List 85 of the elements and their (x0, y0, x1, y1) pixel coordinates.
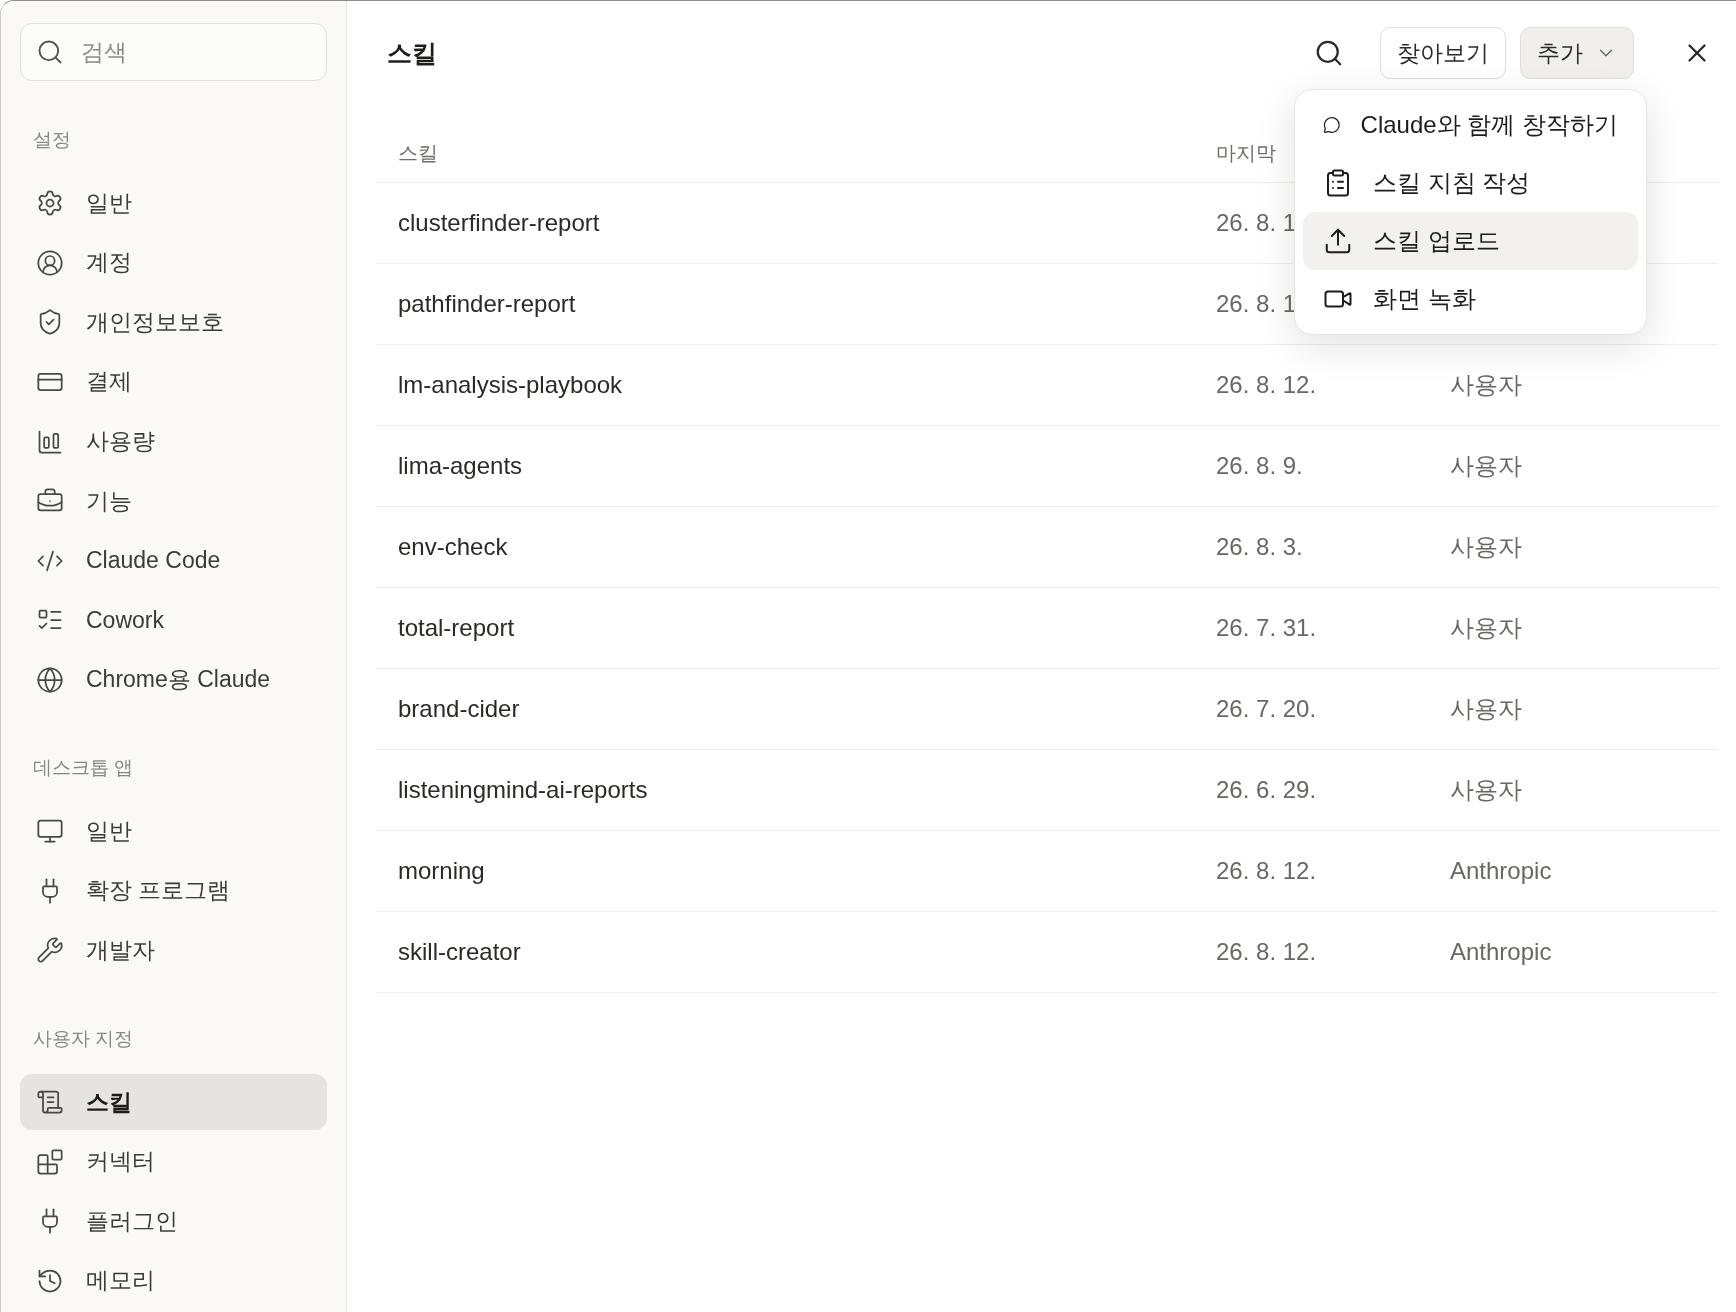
add-button[interactable]: 추가 (1520, 27, 1634, 79)
sidebar-item-label: 일반 (86, 188, 132, 218)
section-title: 설정 (32, 128, 72, 152)
date-cell: 26. 8. 12. (1216, 938, 1317, 966)
source-cell: Anthropic (1450, 938, 1552, 966)
menu-item[interactable]: 스킬 지침 작성 (1303, 154, 1638, 212)
source-cell-text: 사용자 (1450, 532, 1522, 562)
sidebar-item-label: 일반 (86, 816, 132, 846)
search-field[interactable]: 검색 (20, 23, 327, 81)
sidebar-item-label: 개인정보보호 (86, 307, 224, 337)
sidebar-item[interactable]: 결제 (20, 353, 327, 411)
menu-item[interactable]: 화면 녹화 (1303, 270, 1638, 328)
sidebar-item[interactable]: Claude Code (20, 532, 327, 589)
date-cell: 26. 8. 1 (1216, 290, 1297, 318)
menu-item[interactable]: Claude와 함께 창작하기 (1303, 96, 1638, 154)
source-cell-text: 사용자 (1450, 694, 1522, 724)
column-header: 스킬 (398, 141, 438, 166)
browse-button[interactable]: 찾아보기 (1380, 27, 1506, 79)
sidebar-item[interactable]: Chrome용 Claude (20, 651, 327, 709)
skill-name: lima-agents (398, 452, 523, 480)
date-cell: 26. 8. 12. (1216, 371, 1317, 399)
search-icon (1314, 38, 1344, 68)
sidebar-item[interactable]: 메모리 (20, 1252, 327, 1309)
source-cell-text: 사용자 (1450, 613, 1522, 643)
user-circle-icon (36, 248, 64, 277)
sidebar-item[interactable]: 기능 (20, 472, 327, 530)
sidebar-item[interactable]: Cowork (20, 591, 327, 649)
skill-name: clusterfinder-report (398, 209, 600, 237)
sidebar-item-label: 확장 프로그램 (86, 876, 231, 906)
date-cell: 26. 8. 1 (1216, 209, 1297, 237)
sidebar-item[interactable]: 일반 (20, 803, 327, 860)
source-cell-text: 사용자 (1450, 370, 1522, 400)
menu-item-label: 화면 녹화 (1373, 284, 1476, 314)
section-title: 데스크톱 앱 (32, 756, 135, 781)
section-title: 사용자 지정 (32, 1026, 135, 1051)
sidebar-item-label: Chrome용 Claude (86, 665, 271, 695)
skill-name: skill-creator (398, 938, 521, 966)
globe-icon (36, 665, 64, 694)
sidebar-item[interactable]: 스킬 (20, 1073, 327, 1131)
sidebar-item[interactable]: 확장 프로그램 (20, 862, 327, 920)
sidebar-item[interactable]: 개인정보보호 (20, 294, 327, 351)
skill-name: lm-analysis-playbook (398, 371, 623, 399)
sidebar-item[interactable]: 일반 (20, 175, 327, 232)
skill-name: total-report (398, 614, 515, 642)
sidebar-item-label: 개발자 (86, 935, 155, 965)
sidebar-item-label: 사용량 (86, 427, 155, 457)
page-title: 스킬 (387, 37, 438, 69)
skill-name: listeningmind-ai-reports (398, 776, 648, 804)
source-cell-text: 사용자 (1450, 451, 1522, 481)
date-cell: 26. 7. 20. (1216, 695, 1317, 723)
sidebar-item-label: 플러그인 (86, 1206, 178, 1236)
wrench-icon (36, 936, 64, 965)
date-cell: 26. 7. 31. (1216, 614, 1317, 642)
sidebar-item-label: 기능 (86, 486, 132, 516)
blocks-icon (36, 1147, 64, 1176)
sidebar-item-label: 결제 (86, 367, 132, 397)
skill-name: pathfinder-report (398, 290, 576, 318)
search-icon (36, 38, 64, 66)
date-cell: 26. 8. 3. (1216, 533, 1303, 561)
source-cell: Anthropic (1450, 857, 1552, 885)
date-cell: 26. 8. 12. (1216, 857, 1317, 885)
date-cell: 26. 6. 29. (1216, 776, 1317, 804)
sidebar-item-label: Claude Code (86, 547, 221, 575)
sidebar-item[interactable]: 계정 (20, 234, 327, 292)
sidebar-item[interactable]: 플러그인 (20, 1192, 327, 1250)
date-cell: 26. 8. 9. (1216, 452, 1303, 480)
sidebar-item-label: 스킬 (86, 1087, 132, 1117)
sidebar-item[interactable]: 커넥터 (20, 1133, 327, 1190)
source-cell-text: 사용자 (1450, 775, 1522, 805)
upload-icon (1323, 226, 1353, 256)
menu-item-label: Claude와 함께 창작하기 (1360, 110, 1618, 140)
skill-name: env-check (398, 533, 508, 561)
menu-item-label: 스킬 업로드 (1373, 226, 1500, 256)
sidebar-item[interactable]: 개발자 (20, 922, 327, 979)
sidebar-item-label: 계정 (86, 248, 132, 278)
sidebar-item-label: 커넥터 (86, 1147, 155, 1177)
sidebar-item-label: 메모리 (86, 1266, 155, 1296)
column-header: 마지막 (1216, 141, 1276, 166)
skill-name: brand-cider (398, 695, 520, 723)
sidebar-item[interactable]: 사용량 (20, 413, 327, 470)
menu-item[interactable]: 스킬 업로드 (1303, 212, 1638, 270)
gear-icon (36, 189, 64, 218)
menu-item-label: 스킬 지침 작성 (1373, 168, 1531, 198)
skill-name: morning (398, 857, 485, 885)
sidebar-item-label: Cowork (86, 606, 164, 634)
